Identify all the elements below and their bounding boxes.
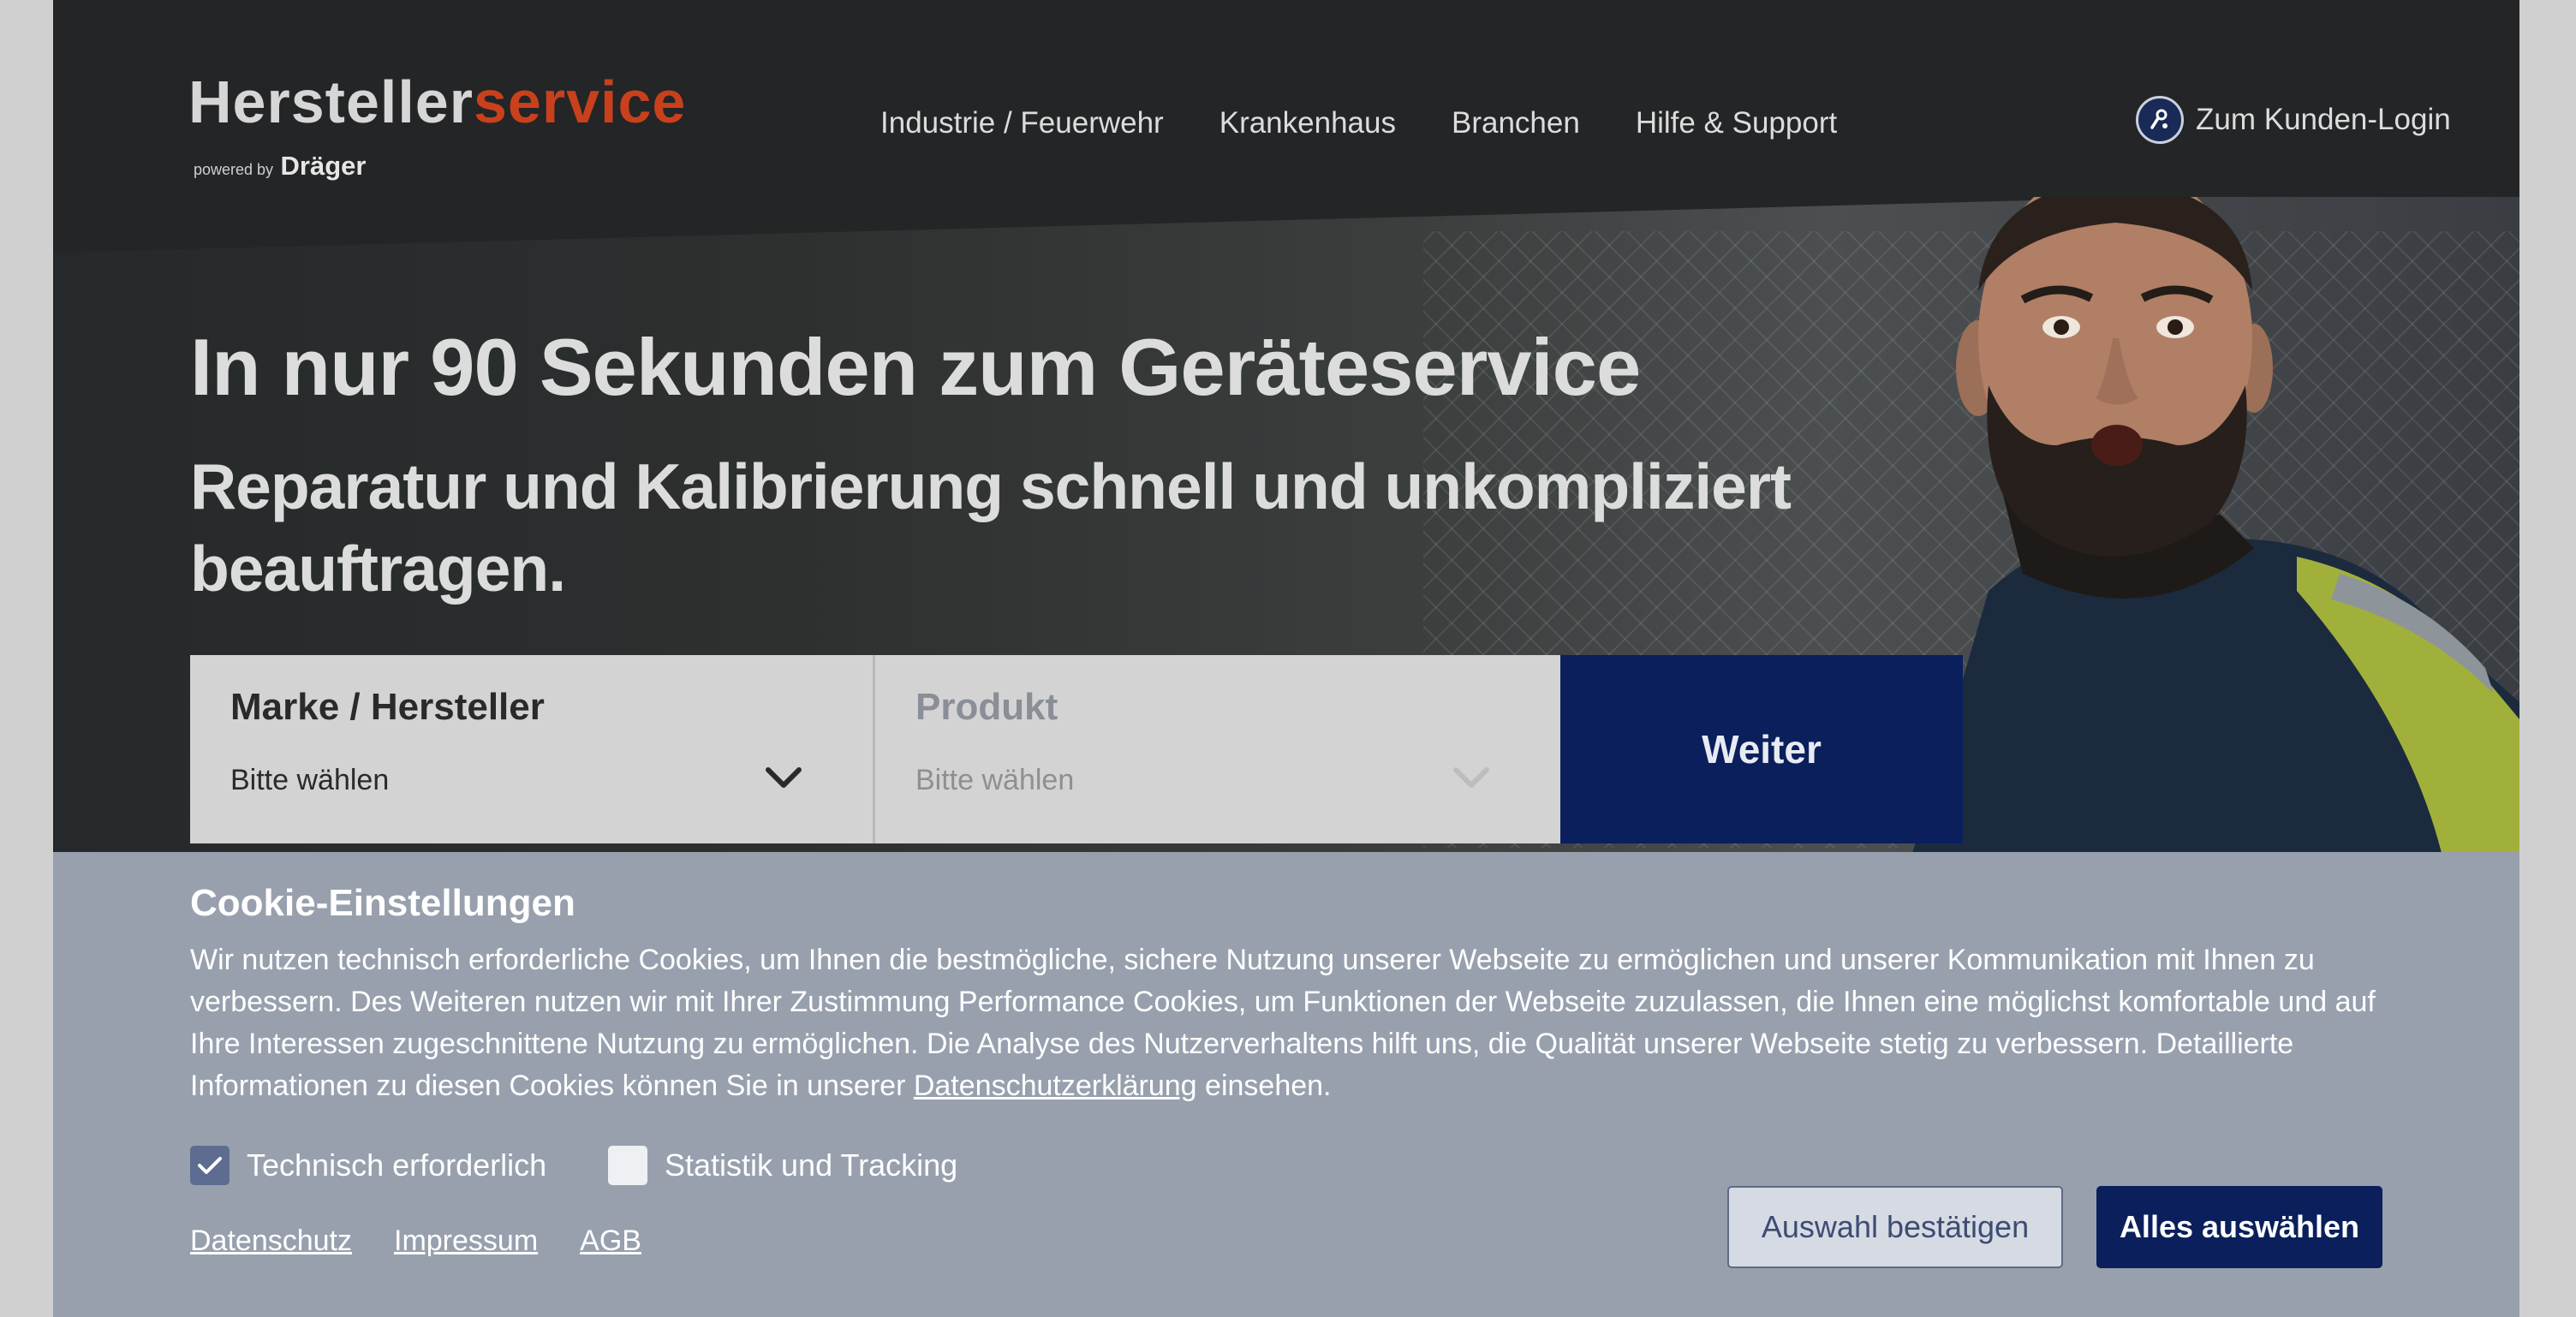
nav-item-industrie-feuerwehr[interactable]: Industrie / Feuerwehr (880, 106, 1164, 140)
cookie-banner: Cookie-Einstellungen Wir nutzen technisc… (53, 852, 2519, 1317)
cookie-text-end: einsehen. (1205, 1070, 1332, 1102)
privacy-policy-link[interactable]: Datenschutzerklärung (914, 1070, 1197, 1102)
checkmark-icon (198, 1157, 222, 1174)
technical-checkbox-label[interactable]: Technisch erforderlich (247, 1147, 546, 1183)
device-selector: Marke / Hersteller Bitte wählen Produkt … (190, 655, 1963, 843)
customer-login-label: Zum Kunden-Login (2196, 103, 2451, 136)
logo-powered-by: powered by (194, 161, 274, 178)
product-select-label: Produkt (915, 686, 1058, 728)
datenschutz-link[interactable]: Datenschutz (190, 1225, 352, 1258)
cookie-banner-title: Cookie-Einstellungen (190, 882, 575, 924)
nav-item-krankenhaus[interactable]: Krankenhaus (1219, 106, 1396, 140)
hero-title: In nur 90 Sekunden zum Geräteservice (190, 322, 1641, 412)
tracking-checkbox-label[interactable]: Statistik und Tracking (665, 1147, 957, 1183)
cookie-option-technical: Technisch erforderlich (190, 1146, 546, 1185)
hero-section: In nur 90 Sekunden zum Geräteservice Rep… (53, 171, 2519, 852)
chevron-down-icon (1453, 767, 1489, 788)
hero-person-image (1912, 188, 2519, 852)
technical-checkbox[interactable] (190, 1146, 230, 1185)
cookie-option-tracking: Statistik und Tracking (608, 1146, 957, 1185)
nav-item-branchen[interactable]: Branchen (1452, 106, 1580, 140)
logo-text-hersteller: Hersteller (188, 69, 474, 135)
agb-link[interactable]: AGB (580, 1225, 641, 1258)
customer-login-link[interactable]: Zum Kunden-Login (2136, 96, 2451, 144)
page: In nur 90 Sekunden zum Geräteservice Rep… (53, 0, 2519, 1317)
main-nav: Industrie / Feuerwehr Krankenhaus Branch… (880, 106, 1837, 140)
brand-select-label: Marke / Hersteller (230, 686, 545, 728)
tracking-checkbox[interactable] (608, 1146, 647, 1185)
logo-draeger: Dräger (280, 151, 367, 181)
herstellerservice-logo[interactable]: Herstellerservice powered by Dräger (188, 69, 687, 181)
hero-subtitle: Reparatur und Kalibrierung schnell und u… (190, 450, 1792, 605)
footer-links: Datenschutz Impressum AGB (190, 1225, 641, 1258)
product-select[interactable]: Produkt Bitte wählen (873, 655, 1560, 843)
impressum-link[interactable]: Impressum (394, 1225, 538, 1258)
confirm-selection-button[interactable]: Auswahl bestätigen (1727, 1186, 2063, 1268)
logo-text-service: service (473, 69, 687, 135)
cookie-banner-text: Wir nutzen technisch erforderliche Cooki… (190, 939, 2417, 1107)
weiter-button[interactable]: Weiter (1560, 655, 1963, 843)
customer-login-icon (2136, 96, 2184, 144)
brand-select[interactable]: Marke / Hersteller Bitte wählen (190, 655, 873, 843)
site-header: Herstellerservice powered by Dräger Indu… (53, 0, 2519, 197)
brand-select-value: Bitte wählen (230, 764, 390, 796)
nav-item-hilfe-support[interactable]: Hilfe & Support (1636, 106, 1837, 140)
product-select-value: Bitte wählen (915, 764, 1075, 796)
select-all-button[interactable]: Alles auswählen (2096, 1186, 2382, 1268)
chevron-down-icon (766, 767, 802, 788)
